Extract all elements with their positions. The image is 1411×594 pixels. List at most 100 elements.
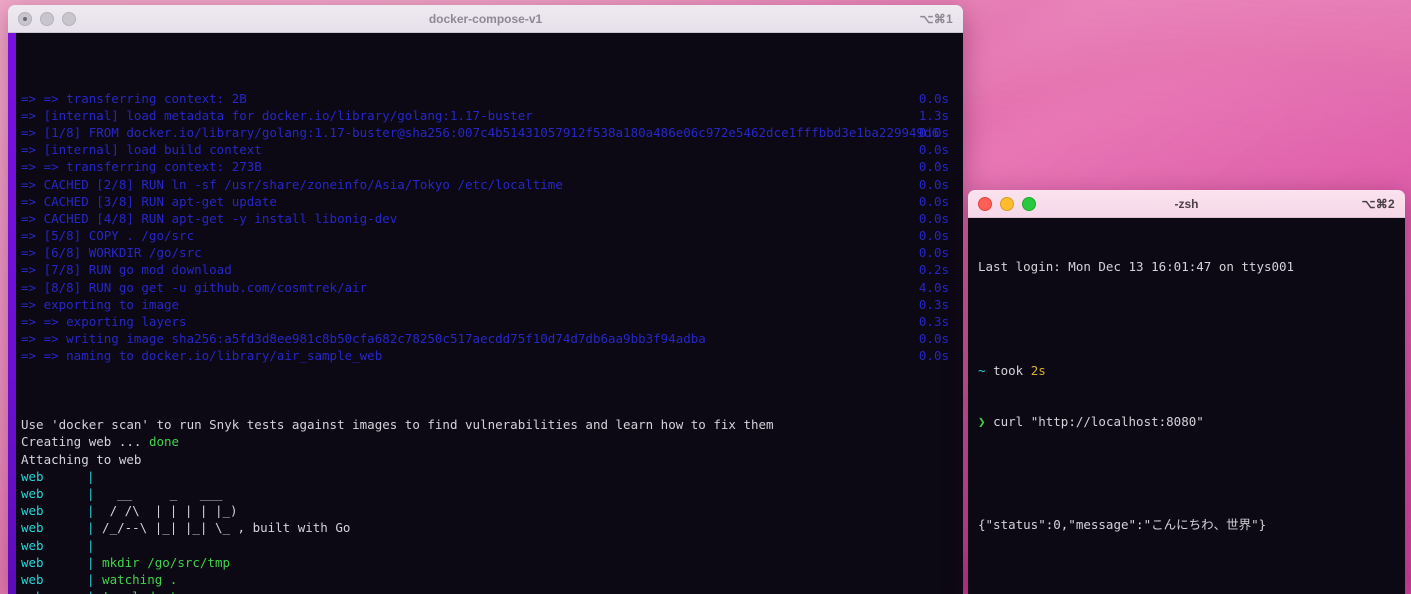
- service-log-row: web |: [21, 468, 963, 485]
- service-name-tag: web: [21, 468, 44, 484]
- prompt-status-line: ~ took 2s: [978, 362, 1405, 379]
- titlebar-zsh[interactable]: -zsh ⌥⌘2: [968, 190, 1405, 218]
- service-name-tag: web: [21, 571, 44, 587]
- build-log-row: => CACHED [2/8] RUN ln -sf /usr/share/zo…: [21, 176, 963, 193]
- build-log-duration: 4.0s: [918, 279, 949, 295]
- service-log-text: __ _ ___: [94, 485, 223, 501]
- service-name-tag: web: [21, 485, 44, 501]
- build-log-text: => [7/8] RUN go mod download: [21, 262, 232, 278]
- service-name-tag: web: [21, 588, 87, 594]
- prompt-dir: ~: [978, 362, 986, 378]
- build-log-row: => [internal] load metadata for docker.i…: [21, 107, 963, 124]
- took-label: [986, 363, 994, 378]
- build-log-duration: 0.0s: [918, 245, 949, 261]
- traffic-lights-zsh[interactable]: [978, 196, 1036, 211]
- service-log-row: web| !exclude tmp: [21, 588, 963, 594]
- prompt-symbol: ❯: [978, 414, 986, 430]
- build-log-row: => [8/8] RUN go get -u github.com/cosmtr…: [21, 279, 963, 296]
- traffic-lights-docker-compose[interactable]: [18, 11, 76, 26]
- creating-service-line: Creating web ... done: [21, 433, 963, 450]
- build-log-text: => [6/8] WORKDIR /go/src: [21, 245, 202, 261]
- titlebar-docker-compose[interactable]: docker-compose-v1 ⌥⌘1: [8, 5, 963, 33]
- service-log-text: watching .: [94, 571, 178, 587]
- build-log-text: => CACHED [3/8] RUN apt-get update: [21, 193, 277, 209]
- service-log-text: !exclude tmp: [95, 589, 192, 594]
- window-shortcut-zsh: ⌥⌘2: [1361, 196, 1395, 211]
- build-log-row: => [6/8] WORKDIR /go/src 0.0s: [21, 244, 963, 261]
- build-log-duration: 0.3s: [918, 314, 949, 330]
- build-log-text: => [internal] load metadata for docker.i…: [21, 107, 533, 123]
- build-log-duration: 0.0s: [918, 159, 949, 175]
- build-log-row: => CACHED [3/8] RUN apt-get update 0.0s: [21, 193, 963, 210]
- build-log-text: => CACHED [2/8] RUN ln -sf /usr/share/zo…: [21, 176, 563, 192]
- terminal-output-docker-compose[interactable]: => => transferring context: 2B 0.0s => [in…: [8, 33, 963, 594]
- service-pipe-separator: |: [87, 571, 95, 587]
- build-log-duration: 0.0s: [918, 210, 949, 226]
- minimize-button-icon[interactable]: [1000, 196, 1014, 211]
- service-pipe-separator: |: [87, 468, 95, 484]
- docker-compose-log: Use 'docker scan' to run Snyk tests agai…: [8, 399, 963, 594]
- service-pipe-separator: |: [87, 537, 95, 553]
- build-log-duration: 0.0s: [918, 348, 949, 364]
- service-log-text: /_/--\ |_| |_| \_ , built with Go: [94, 520, 351, 536]
- service-log-text: [95, 538, 103, 553]
- terminal-window-zsh[interactable]: -zsh ⌥⌘2 Last login: Mon Dec 13 16:01:47…: [968, 190, 1405, 594]
- creating-prefix: Creating web ...: [21, 434, 149, 450]
- build-log-text: => CACHED [4/8] RUN apt-get -y install l…: [21, 210, 398, 226]
- service-pipe-separator: |: [87, 589, 95, 594]
- build-log-row: => [7/8] RUN go mod download 0.2s: [21, 261, 963, 278]
- service-log-row: web | watching .: [21, 571, 963, 588]
- build-log-row: => [internal] load build context 0.0s: [21, 141, 963, 158]
- minimize-button-icon[interactable]: [40, 11, 54, 26]
- service-pipe-separator: |: [87, 503, 95, 519]
- build-log-duration: 0.0s: [918, 176, 949, 192]
- service-log-text: [95, 469, 103, 484]
- build-log-text: => => transferring context: 273B: [21, 159, 262, 175]
- service-log-row: web | /_/--\ |_| |_| \_ , built with Go: [21, 519, 963, 536]
- zoom-button-icon[interactable]: [1022, 196, 1036, 211]
- command-line[interactable]: ❯ curl "http://localhost:8080": [978, 413, 1405, 430]
- terminal-output-zsh[interactable]: Last login: Mon Dec 13 16:01:47 on ttys0…: [968, 218, 1405, 594]
- build-log-text: => => naming to docker.io/library/air_sa…: [21, 348, 383, 364]
- terminal-accent-bar: [8, 33, 16, 594]
- build-log-row: => => exporting layers 0.3s: [21, 313, 963, 330]
- build-log-text: => exporting to image: [21, 296, 180, 312]
- build-log-row: => [1/8] FROM docker.io/library/golang:1…: [21, 124, 963, 141]
- build-log-duration: 0.0s: [918, 124, 949, 140]
- build-log-text: => [8/8] RUN go get -u github.com/cosmtr…: [21, 279, 368, 295]
- build-log-duration: 0.0s: [918, 90, 949, 106]
- docker-build-log: => => transferring context: 2B 0.0s => [in…: [8, 90, 963, 365]
- last-login-line: Last login: Mon Dec 13 16:01:47 on ttys0…: [978, 259, 1295, 275]
- build-log-row: => [5/8] COPY . /go/src 0.0s: [21, 227, 963, 244]
- build-log-duration: 0.0s: [918, 142, 949, 158]
- build-log-duration: 0.2s: [918, 262, 949, 278]
- service-log-row: web |: [21, 537, 963, 554]
- build-log-duration: 0.0s: [918, 228, 949, 244]
- zoom-button-icon[interactable]: [62, 11, 76, 26]
- service-name-tag: web: [21, 554, 44, 570]
- close-button-icon[interactable]: [18, 11, 32, 26]
- build-log-row: => => writing image sha256:a5fd3d8ee981c…: [21, 330, 963, 347]
- build-log-row: => => transferring context: 273B 0.0s: [21, 158, 963, 175]
- build-log-row: => CACHED [4/8] RUN apt-get -y install l…: [21, 210, 963, 227]
- build-log-duration: 1.3s: [918, 107, 949, 123]
- build-log-text: => [internal] load build context: [21, 142, 262, 158]
- curl-response-line: {"status":0,"message":"こんにちわ、世界"}: [978, 517, 1267, 533]
- terminal-window-docker-compose[interactable]: docker-compose-v1 ⌥⌘1 => => transferring…: [8, 5, 963, 594]
- build-log-row: => => naming to docker.io/library/air_sa…: [21, 347, 963, 364]
- creating-status-badge: done: [148, 434, 180, 450]
- window-shortcut-docker-compose: ⌥⌘1: [919, 11, 953, 26]
- docker-scan-hint: Use 'docker scan' to run Snyk tests agai…: [21, 417, 774, 433]
- build-log-text: => => writing image sha256:a5fd3d8ee981c…: [21, 331, 706, 347]
- service-log-text: / /\ | | | | |_): [94, 503, 238, 519]
- build-log-text: => => exporting layers: [21, 314, 187, 330]
- close-button-icon[interactable]: [978, 196, 992, 211]
- build-log-row: => => transferring context: 2B 0.0s: [21, 90, 963, 107]
- build-log-text: => => transferring context: 2B: [21, 90, 247, 106]
- took-value: 2s: [1030, 362, 1046, 378]
- build-log-duration: 0.3s: [918, 296, 949, 312]
- service-name-tag: web: [21, 503, 44, 519]
